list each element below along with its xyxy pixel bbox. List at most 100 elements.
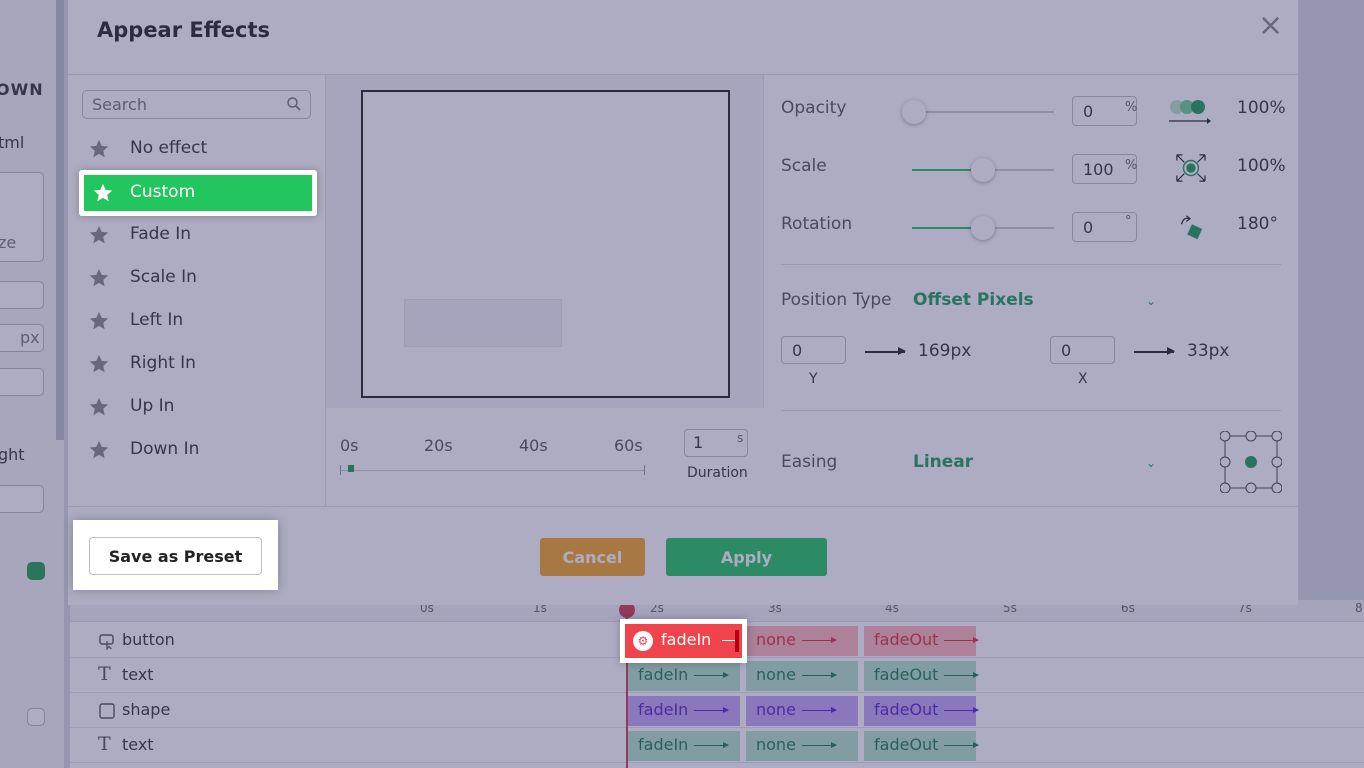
segment-label: fadeIn xyxy=(661,630,712,649)
segment-label: none xyxy=(756,665,796,684)
ruler-tick: 8 xyxy=(1355,601,1363,615)
gear-icon[interactable]: ⚙ xyxy=(633,631,653,651)
cancel-button[interactable]: Cancel xyxy=(540,538,645,576)
preview-track[interactable] xyxy=(340,470,645,471)
effect-label: Down In xyxy=(130,439,200,459)
divider xyxy=(781,264,1281,265)
resize-handle[interactable] xyxy=(735,630,739,652)
effect-item-left-in[interactable]: Left In xyxy=(80,303,314,339)
timeline-segment-out[interactable]: fadeOut xyxy=(864,661,980,691)
bg-gear-box xyxy=(0,368,44,396)
bg-checkbox-checked xyxy=(27,562,45,580)
star-icon xyxy=(89,311,109,330)
timeline-segment-out[interactable]: fadeOut xyxy=(864,626,980,656)
x-input[interactable]: 0 xyxy=(1050,336,1115,364)
segment-label: fadeOut xyxy=(874,700,939,719)
timeline-row[interactable]: shape fadeIn none fadeOut xyxy=(70,694,1364,728)
timeline-segment-mid[interactable]: none xyxy=(746,626,858,656)
close-icon[interactable]: × xyxy=(1258,8,1283,43)
effect-label: Custom xyxy=(130,182,196,202)
timeline-segment-out[interactable]: fadeOut xyxy=(864,731,980,761)
segment-label: fadeIn xyxy=(638,700,689,719)
arrow-right-icon xyxy=(801,742,837,748)
effect-label: Left In xyxy=(130,310,184,330)
timeline-segment-fadein-selected[interactable]: ⚙ fadeIn xyxy=(625,624,742,658)
scale-label: Scale xyxy=(781,156,827,176)
chevron-down-icon[interactable]: ⌄ xyxy=(1146,456,1156,470)
spotlight-fadein-block: ⚙ fadeIn xyxy=(620,619,747,663)
effect-item-custom-highlighted[interactable]: Custom xyxy=(84,175,312,211)
chevron-down-icon[interactable]: ⌄ xyxy=(1146,294,1156,308)
duration-unit: s xyxy=(737,431,744,445)
timeline-segment-in[interactable]: fadeIn xyxy=(628,731,740,761)
timeline-segment-mid[interactable]: none xyxy=(746,661,858,691)
y-input[interactable]: 0 xyxy=(781,336,846,364)
bg-height-label: ght xyxy=(0,445,25,464)
arrow-right-icon xyxy=(944,707,980,713)
slider-handle[interactable] xyxy=(902,100,926,124)
effect-label: No effect xyxy=(130,138,208,158)
effect-item-right-in[interactable]: Right In xyxy=(80,346,314,382)
timeline-row[interactable]: T text fadeIn none fadeOut xyxy=(70,659,1364,693)
spotlight-custom: Custom xyxy=(79,170,317,216)
x-result: 33px xyxy=(1187,341,1230,361)
effect-label: Up In xyxy=(130,396,175,416)
effect-label: Right In xyxy=(130,353,196,373)
segment-label: none xyxy=(756,735,796,754)
effect-item-scale-in[interactable]: Scale In xyxy=(80,260,314,296)
rotation-result: 180° xyxy=(1237,214,1278,234)
track-end-mark xyxy=(644,465,645,475)
search-input[interactable] xyxy=(82,90,311,119)
arrow-right-icon xyxy=(944,742,980,748)
bg-box-2 xyxy=(0,281,44,309)
background-scrollbar xyxy=(56,0,64,440)
star-icon xyxy=(89,354,109,373)
row-name: shape xyxy=(122,700,171,719)
timeline-row[interactable]: T text fadeIn none fadeOut xyxy=(70,729,1364,763)
divider xyxy=(781,410,1281,411)
star-icon xyxy=(89,225,109,244)
slider-handle[interactable] xyxy=(971,216,995,240)
effect-item-up-in[interactable]: Up In xyxy=(80,389,314,425)
star-icon xyxy=(89,139,109,158)
timeline-segment-out[interactable]: fadeOut xyxy=(864,696,980,726)
slider-handle[interactable] xyxy=(971,158,995,182)
scale-slider[interactable] xyxy=(912,158,1054,182)
save-as-preset-button[interactable]: Save as Preset xyxy=(89,537,262,575)
effect-label: Scale In xyxy=(130,267,197,287)
row-name: text xyxy=(122,665,154,684)
modal-title: Appear Effects xyxy=(97,18,270,42)
track-start-mark xyxy=(340,465,341,475)
easing-dropdown[interactable]: Linear xyxy=(913,452,973,472)
duration-label: Duration xyxy=(687,465,748,481)
position-type-dropdown[interactable]: Offset Pixels xyxy=(913,290,1034,310)
effect-item-no-effect[interactable]: No effect xyxy=(80,131,314,167)
segment-label: fadeIn xyxy=(638,735,689,754)
segment-label: fadeOut xyxy=(874,735,939,754)
arrow-right-icon xyxy=(944,637,980,643)
preview-tick: 20s xyxy=(424,436,453,455)
segment-label: fadeOut xyxy=(874,665,939,684)
rotation-label: Rotation xyxy=(781,214,853,234)
timeline-segment-in[interactable]: fadeIn xyxy=(628,696,740,726)
effect-item-down-in[interactable]: Down In xyxy=(80,432,314,468)
rotation-slider[interactable] xyxy=(912,216,1054,240)
segment-label: fadeOut xyxy=(874,630,939,649)
timeline-segment-in[interactable]: fadeIn xyxy=(628,661,740,691)
preview-element xyxy=(404,299,562,347)
timeline-segment-mid[interactable]: none xyxy=(746,696,858,726)
background-left-panel: OWN tml ze px ght xyxy=(0,0,64,768)
segment-label: fadeIn xyxy=(638,665,689,684)
timeline-segment-mid[interactable]: none xyxy=(746,731,858,761)
star-icon xyxy=(89,440,109,459)
bg-px-unit: px xyxy=(20,328,40,347)
opacity-unit: % xyxy=(1125,100,1138,115)
preview-tick: 40s xyxy=(519,436,548,455)
opacity-fade-icon xyxy=(1169,100,1211,124)
apply-button[interactable]: Apply xyxy=(666,538,827,576)
effect-item-fade-in[interactable]: Fade In xyxy=(80,217,314,253)
preview-progress-handle[interactable] xyxy=(348,465,354,472)
bg-checkbox xyxy=(27,708,45,726)
anchor-point-icon[interactable] xyxy=(1220,431,1282,493)
opacity-slider[interactable] xyxy=(902,100,1054,124)
